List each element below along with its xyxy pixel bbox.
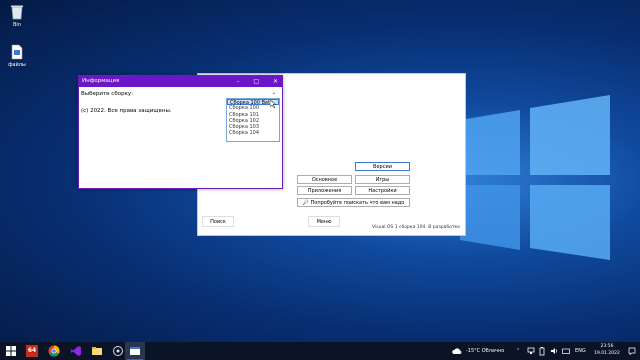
- info-title-bar[interactable]: Информация – □ ✕: [79, 76, 282, 87]
- desktop-icon-label: файлы: [8, 62, 26, 68]
- dropdown-option[interactable]: Сборка 104: [227, 130, 279, 136]
- info-title: Информация: [82, 78, 120, 84]
- menu-button[interactable]: Меню: [308, 216, 340, 227]
- file-icon: [11, 44, 23, 60]
- file-explorer-icon[interactable]: [91, 345, 103, 357]
- active-app-highlight[interactable]: [125, 342, 145, 360]
- chevron-down-icon: ⌄: [271, 90, 276, 96]
- search-button[interactable]: Поиск: [202, 216, 234, 227]
- volume-icon[interactable]: [550, 347, 559, 355]
- taskbar: 64 -15°C Облачно ⌃ ENG 23:56 19.01.2022: [0, 342, 640, 360]
- select-build-label: Выберите сборку:: [81, 91, 133, 97]
- basic-button[interactable]: Основное: [297, 175, 352, 184]
- try-find-button[interactable]: 🔎 Попробуйте поискать что вам надо: [297, 198, 410, 207]
- minimize-icon[interactable]: –: [236, 78, 239, 85]
- network-icon[interactable]: [527, 347, 535, 355]
- games-button[interactable]: Игры: [355, 175, 410, 184]
- keyboard-icon[interactable]: [562, 347, 570, 355]
- clock-date: 19.01.2022: [594, 350, 620, 356]
- try-find-label: Попробуйте поискать что вам надо: [310, 200, 405, 206]
- mouse-cursor-icon: [270, 100, 276, 108]
- app-64-badge: 64: [27, 347, 37, 354]
- recycle-bin-icon: [11, 5, 23, 20]
- copyright-text: (c) 2022. Все права защищены.: [81, 108, 172, 114]
- close-icon[interactable]: ✕: [273, 78, 278, 85]
- app-64-icon[interactable]: 64: [26, 345, 38, 357]
- weather-cloud-icon: [452, 348, 462, 354]
- settings-app-icon[interactable]: [112, 345, 124, 357]
- start-icon[interactable]: [5, 345, 17, 357]
- notification-icon[interactable]: [628, 347, 636, 355]
- battery-icon[interactable]: [539, 347, 545, 356]
- visual-studio-icon[interactable]: [70, 345, 82, 357]
- maximize-icon[interactable]: □: [253, 78, 259, 85]
- versions-button[interactable]: Версии: [355, 162, 410, 171]
- search-icon: 🔎: [302, 200, 309, 206]
- settings-button[interactable]: Настройки: [355, 186, 410, 195]
- weather-text[interactable]: -15°C Облачно: [466, 342, 504, 360]
- chrome-icon[interactable]: [48, 345, 60, 357]
- windows-logo-wallpaper: [460, 95, 610, 260]
- language-indicator[interactable]: ENG: [575, 342, 586, 360]
- clock[interactable]: 23:56 19.01.2022: [590, 344, 624, 357]
- tray-chevron-icon[interactable]: ⌃: [516, 342, 520, 360]
- recycle-bin-desktop-icon[interactable]: Bin: [2, 4, 32, 28]
- files-desktop-icon[interactable]: файлы: [2, 44, 32, 68]
- version-status-text: Visual OS 1 сборка 104. В разработке: [372, 225, 460, 230]
- apps-button[interactable]: Приложения: [297, 186, 352, 195]
- active-app-icon: [130, 347, 140, 355]
- desktop-icon-label: Bin: [13, 22, 21, 28]
